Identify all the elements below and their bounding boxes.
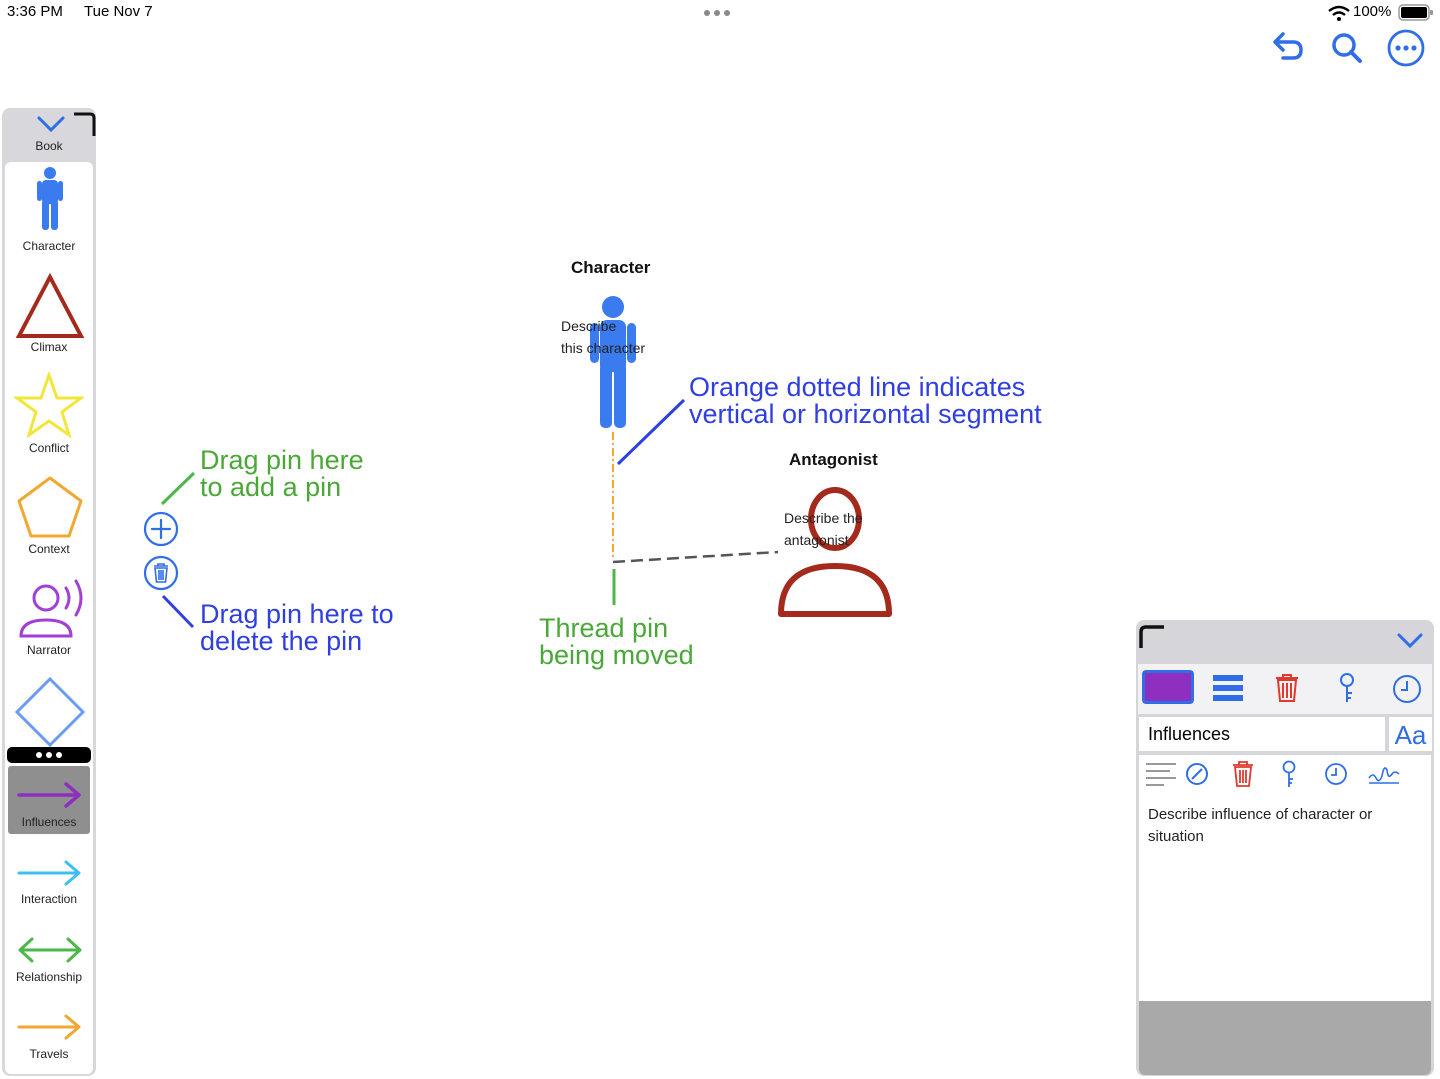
lines-icon[interactable] — [1211, 672, 1245, 704]
note-add-pin-1: Drag pin here — [200, 445, 364, 475]
trash-icon[interactable] — [1230, 760, 1256, 788]
key-icon[interactable] — [1335, 671, 1359, 705]
inspector-text-area[interactable] — [1139, 755, 1431, 1001]
antagonist-node-title[interactable]: Antagonist — [789, 450, 878, 470]
note-orange-line-1: Orange dotted line indicates — [689, 372, 1026, 402]
text-align-icon[interactable] — [1144, 761, 1178, 789]
pointer-line-add-note — [160, 471, 196, 506]
antagonist-node-desc-2: antagonist — [784, 532, 849, 548]
note-orange-line-2: vertical or horizontal segment — [689, 399, 1042, 429]
color-swatch[interactable] — [1142, 670, 1194, 704]
signature-icon[interactable] — [1367, 760, 1401, 788]
resize-corner-icon[interactable] — [1138, 622, 1168, 650]
pointer-line-delete-note — [161, 594, 195, 629]
chevron-down-icon[interactable] — [1396, 632, 1424, 650]
element-description[interactable]: Describe influence of character or situa… — [1148, 804, 1418, 848]
note-delete-pin-1: Drag pin here to — [200, 599, 394, 629]
note-delete-pin-2: delete the pin — [200, 626, 363, 656]
clock-icon[interactable] — [1323, 761, 1349, 787]
thread-line — [612, 550, 779, 564]
note-thread-pin-1: Thread pin — [539, 613, 669, 643]
element-name-field[interactable]: Influences — [1139, 717, 1385, 751]
character-node-icon[interactable] — [589, 293, 637, 429]
key-icon[interactable] — [1278, 759, 1300, 789]
note-add-pin-2: to add a pin — [200, 472, 342, 502]
clock-icon[interactable] — [1391, 673, 1423, 705]
character-node-title[interactable]: Character — [571, 258, 650, 278]
inspector-footer — [1139, 1001, 1431, 1075]
antagonist-node-desc-1: Describe the — [784, 510, 863, 526]
character-node-desc-2: this character — [561, 340, 646, 356]
delete-pin-icon[interactable] — [143, 555, 179, 591]
add-pin-icon[interactable] — [143, 511, 179, 547]
no-style-icon[interactable] — [1184, 761, 1210, 787]
note-thread-pin-2: being moved — [539, 640, 694, 670]
font-button[interactable]: Aa — [1389, 717, 1432, 751]
character-node-desc-1: Describe — [561, 318, 617, 334]
trash-icon[interactable] — [1273, 672, 1301, 704]
